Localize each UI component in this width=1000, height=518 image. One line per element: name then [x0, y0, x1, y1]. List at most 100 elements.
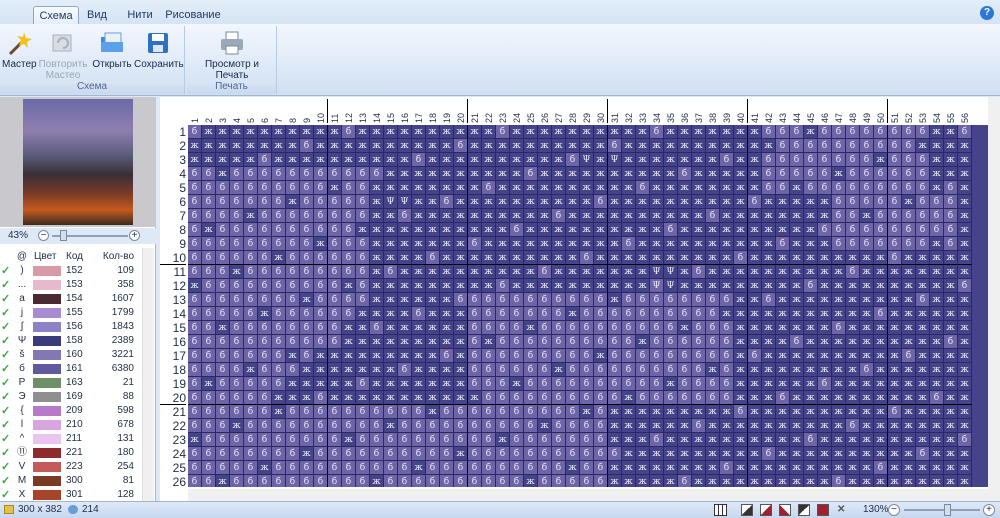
- grid-cell[interactable]: б: [216, 181, 230, 195]
- grid-cell[interactable]: б: [608, 335, 622, 349]
- grid-cell[interactable]: ж: [930, 237, 944, 251]
- grid-cell[interactable]: ж: [398, 307, 412, 321]
- grid-cell[interactable]: б: [650, 321, 664, 335]
- grid-cell[interactable]: б: [818, 223, 832, 237]
- grid-cell[interactable]: ж: [734, 335, 748, 349]
- grid-cell[interactable]: б: [678, 167, 692, 181]
- grid-cell[interactable]: ж: [748, 321, 762, 335]
- grid-cell[interactable]: ж: [552, 279, 566, 293]
- grid-cell[interactable]: ж: [776, 349, 790, 363]
- grid-cell[interactable]: б: [692, 377, 706, 391]
- grid-cell[interactable]: б: [804, 279, 818, 293]
- grid-cell[interactable]: б: [524, 391, 538, 405]
- grid-cell[interactable]: ж: [594, 125, 608, 139]
- grid-cell[interactable]: ж: [748, 293, 762, 307]
- grid-cell[interactable]: ж: [790, 405, 804, 419]
- grid-cell[interactable]: ж: [692, 125, 706, 139]
- grid-cell[interactable]: ж: [566, 223, 580, 237]
- grid-cell[interactable]: ж: [748, 209, 762, 223]
- grid-cell[interactable]: ж: [944, 321, 958, 335]
- grid-cell[interactable]: б: [944, 181, 958, 195]
- grid-cell[interactable]: ж: [804, 363, 818, 377]
- legend-row[interactable]: ✓ l 210 678: [0, 418, 140, 432]
- grid-cell[interactable]: ж: [902, 279, 916, 293]
- grid-cell[interactable]: б: [804, 433, 818, 447]
- grid-cell[interactable]: б: [538, 335, 552, 349]
- grid-cell[interactable]: б: [188, 391, 202, 405]
- grid-cell[interactable]: б: [846, 167, 860, 181]
- stitch-full-icon[interactable]: [741, 504, 753, 516]
- grid-cell[interactable]: б: [202, 447, 216, 461]
- grid-cell[interactable]: ж: [748, 251, 762, 265]
- grid-cell[interactable]: б: [720, 153, 734, 167]
- grid-cell[interactable]: ж: [930, 335, 944, 349]
- grid-cell[interactable]: ж: [552, 125, 566, 139]
- grid-cell[interactable]: б: [552, 293, 566, 307]
- grid-cell[interactable]: б: [636, 391, 650, 405]
- grid-cell[interactable]: б: [496, 293, 510, 307]
- grid-cell[interactable]: ж: [720, 125, 734, 139]
- grid-cell[interactable]: б: [566, 391, 580, 405]
- grid-cell[interactable]: б: [552, 433, 566, 447]
- grid-cell[interactable]: б: [258, 195, 272, 209]
- grid-cell[interactable]: ж: [748, 447, 762, 461]
- grid-cell[interactable]: б: [216, 391, 230, 405]
- grid-cell[interactable]: б: [314, 223, 328, 237]
- grid-cell[interactable]: б: [188, 223, 202, 237]
- grid-cell[interactable]: ж: [286, 377, 300, 391]
- grid-cell[interactable]: б: [594, 461, 608, 475]
- grid-cell[interactable]: б: [860, 125, 874, 139]
- grid-cell[interactable]: б: [468, 307, 482, 321]
- grid-cell[interactable]: ж: [244, 209, 258, 223]
- grid-cell[interactable]: ж: [846, 391, 860, 405]
- grid-cell[interactable]: ж: [370, 279, 384, 293]
- grid-cell[interactable]: б: [832, 223, 846, 237]
- grid-cell[interactable]: б: [636, 321, 650, 335]
- grid-cell[interactable]: ж: [552, 223, 566, 237]
- grid-cell[interactable]: ж: [888, 475, 902, 487]
- grid-cell[interactable]: ж: [888, 335, 902, 349]
- grid-cell[interactable]: ж: [678, 237, 692, 251]
- grid-cell[interactable]: ж: [748, 363, 762, 377]
- grid-cell[interactable]: ж: [888, 391, 902, 405]
- grid-cell[interactable]: ж: [650, 223, 664, 237]
- grid-cell[interactable]: ж: [412, 223, 426, 237]
- grid-cell[interactable]: б: [622, 377, 636, 391]
- grid-cell[interactable]: б: [818, 125, 832, 139]
- grid-cell[interactable]: б: [888, 139, 902, 153]
- grid-cell[interactable]: ж: [930, 433, 944, 447]
- grid-cell[interactable]: б: [230, 391, 244, 405]
- grid-cell[interactable]: б: [314, 195, 328, 209]
- grid-cell[interactable]: ж: [384, 209, 398, 223]
- grid-cell[interactable]: б: [720, 293, 734, 307]
- grid-cell[interactable]: ж: [692, 181, 706, 195]
- grid-cell[interactable]: б: [272, 349, 286, 363]
- grid-cell[interactable]: ж: [594, 153, 608, 167]
- grid-cell[interactable]: ж: [412, 265, 426, 279]
- grid-cell[interactable]: б: [230, 405, 244, 419]
- grid-cell[interactable]: ж: [216, 167, 230, 181]
- grid-cell[interactable]: б: [244, 419, 258, 433]
- grid-cell[interactable]: б: [930, 209, 944, 223]
- grid-cell[interactable]: б: [944, 223, 958, 237]
- grid-cell[interactable]: ж: [608, 125, 622, 139]
- grid-cell[interactable]: б: [916, 181, 930, 195]
- grid-cell[interactable]: ж: [888, 279, 902, 293]
- grid-cell[interactable]: б: [832, 139, 846, 153]
- grid-cell[interactable]: б: [272, 461, 286, 475]
- grid-cell[interactable]: ж: [958, 195, 972, 209]
- grid-cell[interactable]: ж: [580, 167, 594, 181]
- grid-cell[interactable]: б: [552, 475, 566, 487]
- grid-cell[interactable]: ж: [804, 251, 818, 265]
- grid-cell[interactable]: ж: [566, 209, 580, 223]
- grid-cell[interactable]: ж: [454, 265, 468, 279]
- grid-cell[interactable]: б: [328, 321, 342, 335]
- grid-cell[interactable]: б: [188, 209, 202, 223]
- grid-cell[interactable]: ж: [706, 195, 720, 209]
- grid-cell[interactable]: ж: [650, 475, 664, 487]
- grid-cell[interactable]: ж: [734, 475, 748, 487]
- grid-cell[interactable]: б: [244, 447, 258, 461]
- grid-cell[interactable]: ж: [874, 405, 888, 419]
- grid-cell[interactable]: ж: [370, 237, 384, 251]
- grid-cell[interactable]: ж: [776, 405, 790, 419]
